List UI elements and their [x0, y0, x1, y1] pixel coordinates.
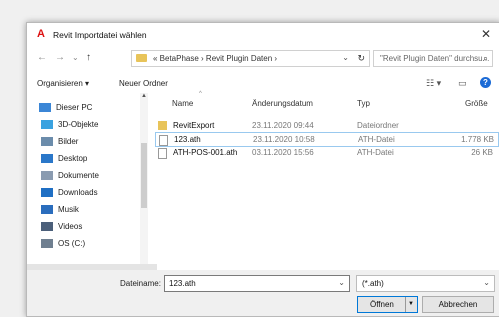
- column-header-date[interactable]: Änderungsdatum: [252, 99, 313, 111]
- column-header-size[interactable]: Größe: [465, 99, 488, 111]
- new-folder-button[interactable]: Neuer Ordner: [119, 79, 168, 88]
- file-size: 26 KB: [471, 148, 493, 157]
- file-date: 03.11.2020 15:56: [252, 148, 314, 157]
- sidebar-item-os-c[interactable]: OS (C:): [41, 239, 85, 251]
- file-date: 23.11.2020 09:44: [252, 121, 314, 130]
- command-toolbar: Organisieren ▾ Neuer Ordner ☷ ▾ ▭ ?: [27, 75, 499, 93]
- file-type-filter-value: (*.ath): [362, 279, 384, 288]
- sidebar-item-bilder[interactable]: Bilder: [41, 137, 78, 149]
- file-row-selected[interactable]: 123.ath 23.11.2020 10:58 ATH-Datei 1.778…: [155, 132, 499, 147]
- open-options-dropdown[interactable]: ▼: [405, 297, 417, 312]
- window-title: Revit Importdatei wählen: [53, 30, 147, 40]
- filename-input[interactable]: 123.ath ⌄: [164, 275, 350, 292]
- file-name: RevitExport: [173, 121, 215, 130]
- change-view-icon[interactable]: ☷ ▾: [426, 78, 441, 89]
- sidebar-item-desktop[interactable]: Desktop: [41, 154, 87, 166]
- open-button-label: Öffnen: [370, 300, 394, 309]
- folder-icon: [136, 54, 147, 62]
- address-breadcrumb[interactable]: « BetaPhase › Revit Plugin Daten ›: [153, 54, 277, 63]
- navigation-pane-scrollbar[interactable]: ▲: [140, 93, 148, 264]
- close-icon[interactable]: ✕: [481, 27, 491, 41]
- pictures-icon: [41, 137, 53, 147]
- recent-locations-chevron-icon[interactable]: ⌄: [72, 53, 79, 62]
- filename-label: Dateiname:: [120, 279, 161, 288]
- file-icon: [159, 135, 168, 146]
- cancel-button[interactable]: Abbrechen: [422, 296, 494, 313]
- navigation-bar: ← → ⌄ ↑ « BetaPhase › Revit Plugin Daten…: [27, 47, 499, 69]
- file-name: 123.ath: [174, 135, 201, 144]
- sidebar-item-3d-objekte[interactable]: 3D-Objekte: [41, 120, 98, 132]
- file-type: ATH-Datei: [357, 148, 394, 157]
- sidebar-item-videos[interactable]: Videos: [41, 222, 82, 234]
- column-header-name[interactable]: Name: [172, 99, 193, 111]
- sidebar-item-dieser-pc[interactable]: Dieser PC: [39, 103, 92, 115]
- file-type: Dateiordner: [357, 121, 399, 130]
- scrollbar-thumb[interactable]: [141, 143, 147, 208]
- sidebar-item-musik[interactable]: Musik: [41, 205, 79, 217]
- computer-icon: [39, 103, 51, 113]
- title-bar: A Revit Importdatei wählen ✕: [27, 23, 499, 47]
- back-arrow-icon[interactable]: ←: [37, 52, 47, 63]
- file-type-filter-select[interactable]: (*.ath) ⌄: [356, 275, 495, 292]
- scroll-up-icon[interactable]: ▲: [141, 93, 147, 99]
- file-type: ATH-Datei: [358, 135, 395, 144]
- drive-icon: [41, 239, 53, 249]
- downloads-icon: [41, 188, 53, 198]
- sidebar-item-dokumente[interactable]: Dokumente: [41, 171, 99, 183]
- revit-logo-icon: A: [37, 28, 45, 40]
- address-history-chevron-icon[interactable]: ⌄: [342, 53, 349, 62]
- music-icon: [41, 205, 53, 215]
- sort-ascending-icon: ^: [199, 91, 202, 97]
- file-open-dialog: A Revit Importdatei wählen ✕ ← → ⌄ ↑ « B…: [26, 22, 499, 317]
- filename-history-chevron-icon[interactable]: ⌄: [338, 278, 345, 287]
- documents-icon: [41, 171, 53, 181]
- file-icon: [158, 148, 167, 159]
- search-placeholder: "Revit Plugin Daten" durchsu...: [380, 54, 490, 63]
- open-button[interactable]: Öffnen ▼: [357, 296, 418, 313]
- filename-value[interactable]: 123.ath: [169, 279, 196, 288]
- sidebar-item-downloads[interactable]: Downloads: [41, 188, 98, 200]
- videos-icon: [41, 222, 53, 232]
- file-size: 1.778 KB: [461, 135, 494, 144]
- chevron-down-icon[interactable]: ⌄: [483, 278, 490, 287]
- up-arrow-icon[interactable]: ↑: [86, 52, 91, 63]
- search-input[interactable]: "Revit Plugin Daten" durchsu... ⌕: [373, 50, 493, 67]
- refresh-icon[interactable]: ↻: [357, 53, 365, 64]
- desktop-icon: [41, 154, 53, 164]
- dialog-footer: Dateiname: 123.ath ⌄ (*.ath) ⌄ Öffnen ▼ …: [27, 270, 499, 316]
- file-name: ATH-POS-001.ath: [173, 148, 238, 157]
- file-date: 23.11.2020 10:58: [253, 135, 315, 144]
- address-bar[interactable]: « BetaPhase › Revit Plugin Daten › ⌄ ↻: [131, 50, 370, 67]
- file-row[interactable]: ATH-POS-001.ath 03.11.2020 15:56 ATH-Dat…: [155, 146, 497, 159]
- navigation-pane: Dieser PC 3D-Objekte Bilder Desktop Doku…: [27, 93, 140, 264]
- preview-pane-icon[interactable]: ▭: [458, 78, 467, 89]
- file-row[interactable]: RevitExport 23.11.2020 09:44 Dateiordner: [155, 119, 497, 132]
- forward-arrow-icon[interactable]: →: [55, 52, 65, 63]
- help-icon[interactable]: ?: [480, 77, 491, 88]
- organize-button[interactable]: Organisieren ▾: [37, 79, 89, 88]
- column-header-type[interactable]: Typ: [357, 99, 370, 111]
- cancel-button-label: Abbrechen: [438, 300, 478, 309]
- search-icon[interactable]: ⌕: [483, 53, 488, 64]
- dropdown-arrow-icon: ▼: [408, 301, 414, 307]
- folder-icon: [158, 121, 167, 130]
- 3d-objects-icon: [41, 120, 53, 130]
